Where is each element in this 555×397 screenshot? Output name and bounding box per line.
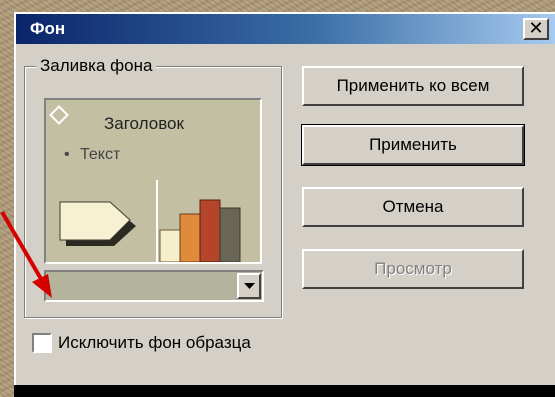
bar-chart-icon [156, 180, 241, 262]
bottom-edge [14, 385, 555, 397]
preview-text: Текст [80, 146, 121, 163]
apply-to-all-button[interactable]: Применить ко всем [302, 66, 524, 106]
cancel-button[interactable]: Отмена [302, 187, 524, 227]
diamond-icon [49, 105, 69, 125]
preview-title: Заголовок [104, 114, 184, 133]
exclude-master-background-label: Исключить фон образца [58, 333, 251, 352]
fill-color-dropdown[interactable] [44, 270, 264, 302]
preview-button[interactable]: Просмотр [302, 249, 524, 289]
close-icon: ✕ [528, 18, 544, 38]
window-title: Фон [30, 19, 66, 38]
title-bar[interactable]: Фон ✕ [16, 14, 555, 44]
arrow-shape-icon [59, 201, 136, 246]
exclude-master-background-checkbox[interactable] [32, 333, 52, 353]
dropdown-toggle[interactable] [237, 273, 261, 299]
background-preview: Заголовок • Текст [44, 98, 262, 264]
fill-group-label: Заливка фона [36, 56, 157, 76]
apply-button[interactable]: Применить [301, 124, 525, 166]
preview-bullet: • [64, 146, 70, 163]
close-button[interactable]: ✕ [523, 18, 549, 40]
pointer-arrow-icon [0, 210, 52, 298]
dropdown-arrow-icon [244, 283, 255, 289]
